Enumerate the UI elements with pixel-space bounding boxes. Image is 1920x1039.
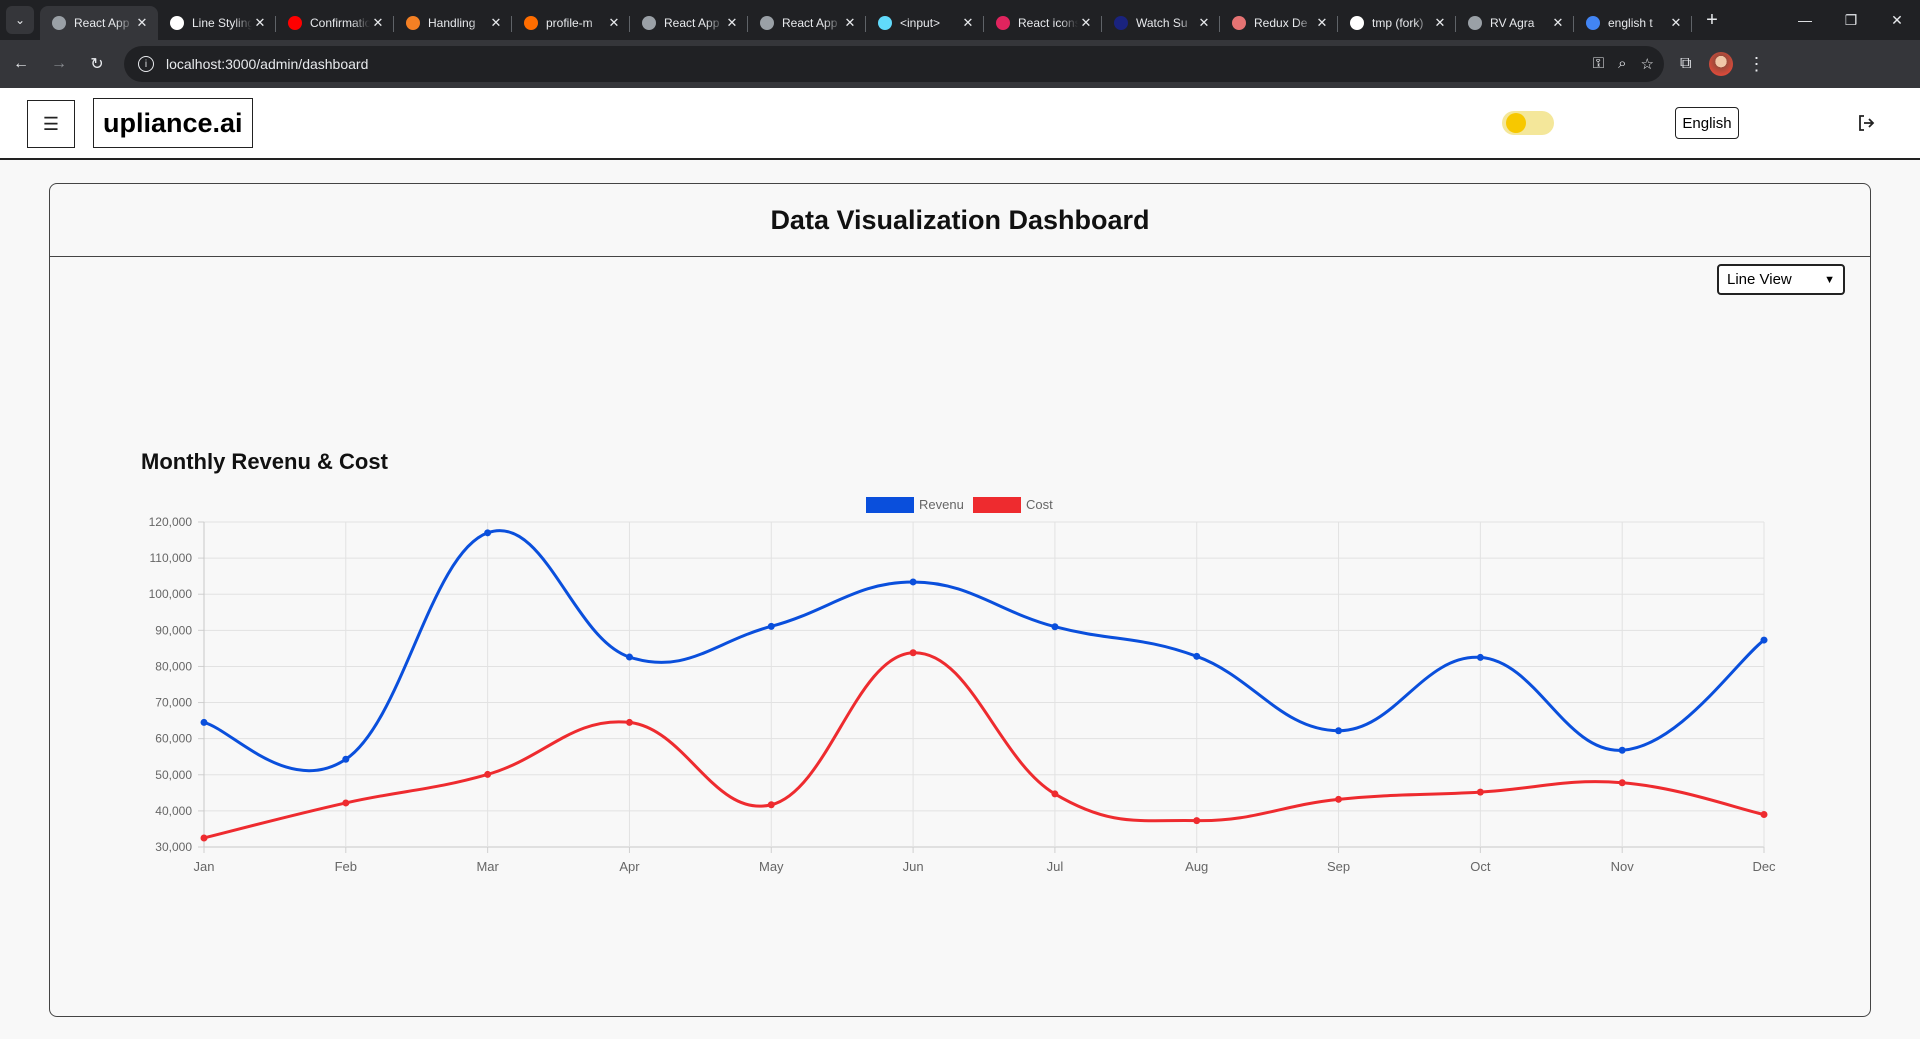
- line-chart: Monthly Revenu & Cost 120,000 110,000 100,0…: [141, 449, 1776, 874]
- x-tick-label: Dec: [1752, 859, 1776, 874]
- data-point-cost: [1760, 811, 1768, 818]
- data-point-cost: [767, 801, 775, 809]
- x-tick-label: Feb: [335, 859, 357, 874]
- data-point-revenu: [1476, 653, 1484, 661]
- chart-title: Monthly Revenu & Cost: [141, 449, 389, 474]
- data-point-revenu: [1760, 636, 1768, 644]
- y-tick-label: 50,000: [155, 768, 192, 782]
- data-point-revenu: [625, 653, 633, 661]
- x-tick-label: Oct: [1470, 859, 1491, 874]
- legend-swatch-cost: [973, 497, 1021, 513]
- x-tick-label: Jun: [903, 859, 924, 874]
- x-tick-label: May: [759, 859, 784, 874]
- data-point-cost: [1618, 779, 1626, 787]
- x-tick-label: Aug: [1185, 859, 1208, 874]
- data-point-cost: [1193, 817, 1201, 825]
- data-point-revenu: [1193, 652, 1201, 660]
- x-tick-label: Sep: [1327, 859, 1350, 874]
- y-tick-label: 100,000: [149, 587, 193, 601]
- data-point-cost: [484, 770, 492, 778]
- data-point-revenu: [200, 718, 208, 726]
- data-point-revenu: [1051, 623, 1059, 631]
- legend-swatch-revenu: [866, 497, 914, 513]
- data-point-revenu: [342, 755, 350, 763]
- y-tick-label: 60,000: [155, 732, 192, 746]
- x-tick-label: Jan: [194, 859, 215, 874]
- data-point-revenu: [1618, 746, 1626, 754]
- data-point-revenu: [767, 622, 775, 630]
- y-tick-label: 120,000: [149, 515, 193, 529]
- data-point-cost: [625, 718, 633, 726]
- data-point-cost: [200, 834, 208, 842]
- data-point-revenu: [484, 529, 492, 537]
- series-line-cost: [203, 651, 1765, 840]
- x-tick-label: Nov: [1611, 859, 1635, 874]
- data-point-cost: [342, 799, 350, 807]
- y-tick-label: 30,000: [155, 840, 192, 854]
- legend-label-revenu: Revenu: [919, 497, 964, 512]
- y-tick-label: 110,000: [150, 551, 193, 565]
- y-tick-label: 70,000: [155, 696, 192, 710]
- legend-label-cost: Cost: [1026, 497, 1053, 512]
- y-tick-label: 40,000: [155, 804, 192, 818]
- data-point-cost: [1051, 790, 1059, 798]
- y-tick-label: 90,000: [155, 623, 192, 637]
- data-point-cost: [1335, 795, 1343, 803]
- data-point-cost: [1476, 788, 1484, 796]
- data-point-cost: [909, 649, 917, 657]
- data-point-revenu: [1335, 727, 1343, 735]
- x-tick-label: Mar: [476, 859, 499, 874]
- x-tick-label: Jul: [1047, 859, 1064, 874]
- data-point-revenu: [909, 578, 917, 586]
- x-tick-label: Apr: [619, 859, 640, 874]
- series-line-revenu: [203, 529, 1765, 773]
- y-tick-label: 80,000: [155, 659, 192, 673]
